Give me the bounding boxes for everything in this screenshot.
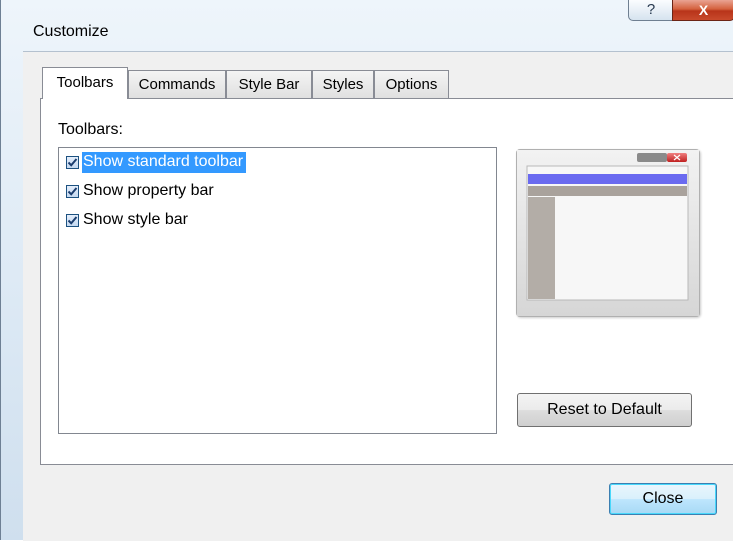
close-icon: X [698, 2, 709, 18]
tab-style-bar[interactable]: Style Bar [226, 70, 312, 98]
checkmark-icon [67, 157, 78, 167]
window-preview-icon [517, 150, 699, 316]
list-item-show-property-bar[interactable]: Show property bar [66, 179, 217, 203]
dialog-window: Customize ? X Toolbars Commands Style Ba… [0, 0, 733, 541]
close-button[interactable]: Close [609, 483, 717, 515]
toolbars-tab-panel: Toolbars: Show standard toolbar Show pro… [40, 98, 733, 465]
toolbars-list-label: Toolbars: [58, 121, 123, 138]
toolbars-listbox[interactable]: Show standard toolbar Show property bar … [58, 147, 497, 434]
help-icon: ? [646, 1, 656, 18]
show-property-bar-checkbox[interactable] [66, 184, 79, 198]
tab-toolbars[interactable]: Toolbars [42, 67, 128, 99]
window-title: Customize [33, 23, 109, 40]
tab-commands[interactable]: Commands [128, 70, 226, 98]
checkmark-icon [67, 215, 78, 225]
window-close-button[interactable]: X [672, 0, 733, 21]
show-style-bar-checkbox[interactable] [66, 213, 79, 227]
tab-options[interactable]: Options [374, 70, 449, 98]
list-item-label: Show property bar [83, 181, 214, 199]
tab-styles[interactable]: Styles [312, 70, 374, 98]
toolbar-preview-image [516, 149, 700, 317]
reset-to-default-button[interactable]: Reset to Default [517, 393, 692, 427]
help-button[interactable]: ? [628, 0, 674, 21]
list-item-show-style-bar[interactable]: Show style bar [66, 208, 191, 232]
list-item-show-standard-toolbar[interactable]: Show standard toolbar [66, 150, 247, 174]
list-item-label: Show style bar [83, 210, 188, 228]
dialog-client-area: Toolbars Commands Style Bar Styles Optio… [23, 51, 733, 541]
show-standard-toolbar-checkbox[interactable] [66, 155, 79, 169]
list-item-label: Show standard toolbar [82, 151, 247, 173]
checkmark-icon [67, 186, 78, 196]
